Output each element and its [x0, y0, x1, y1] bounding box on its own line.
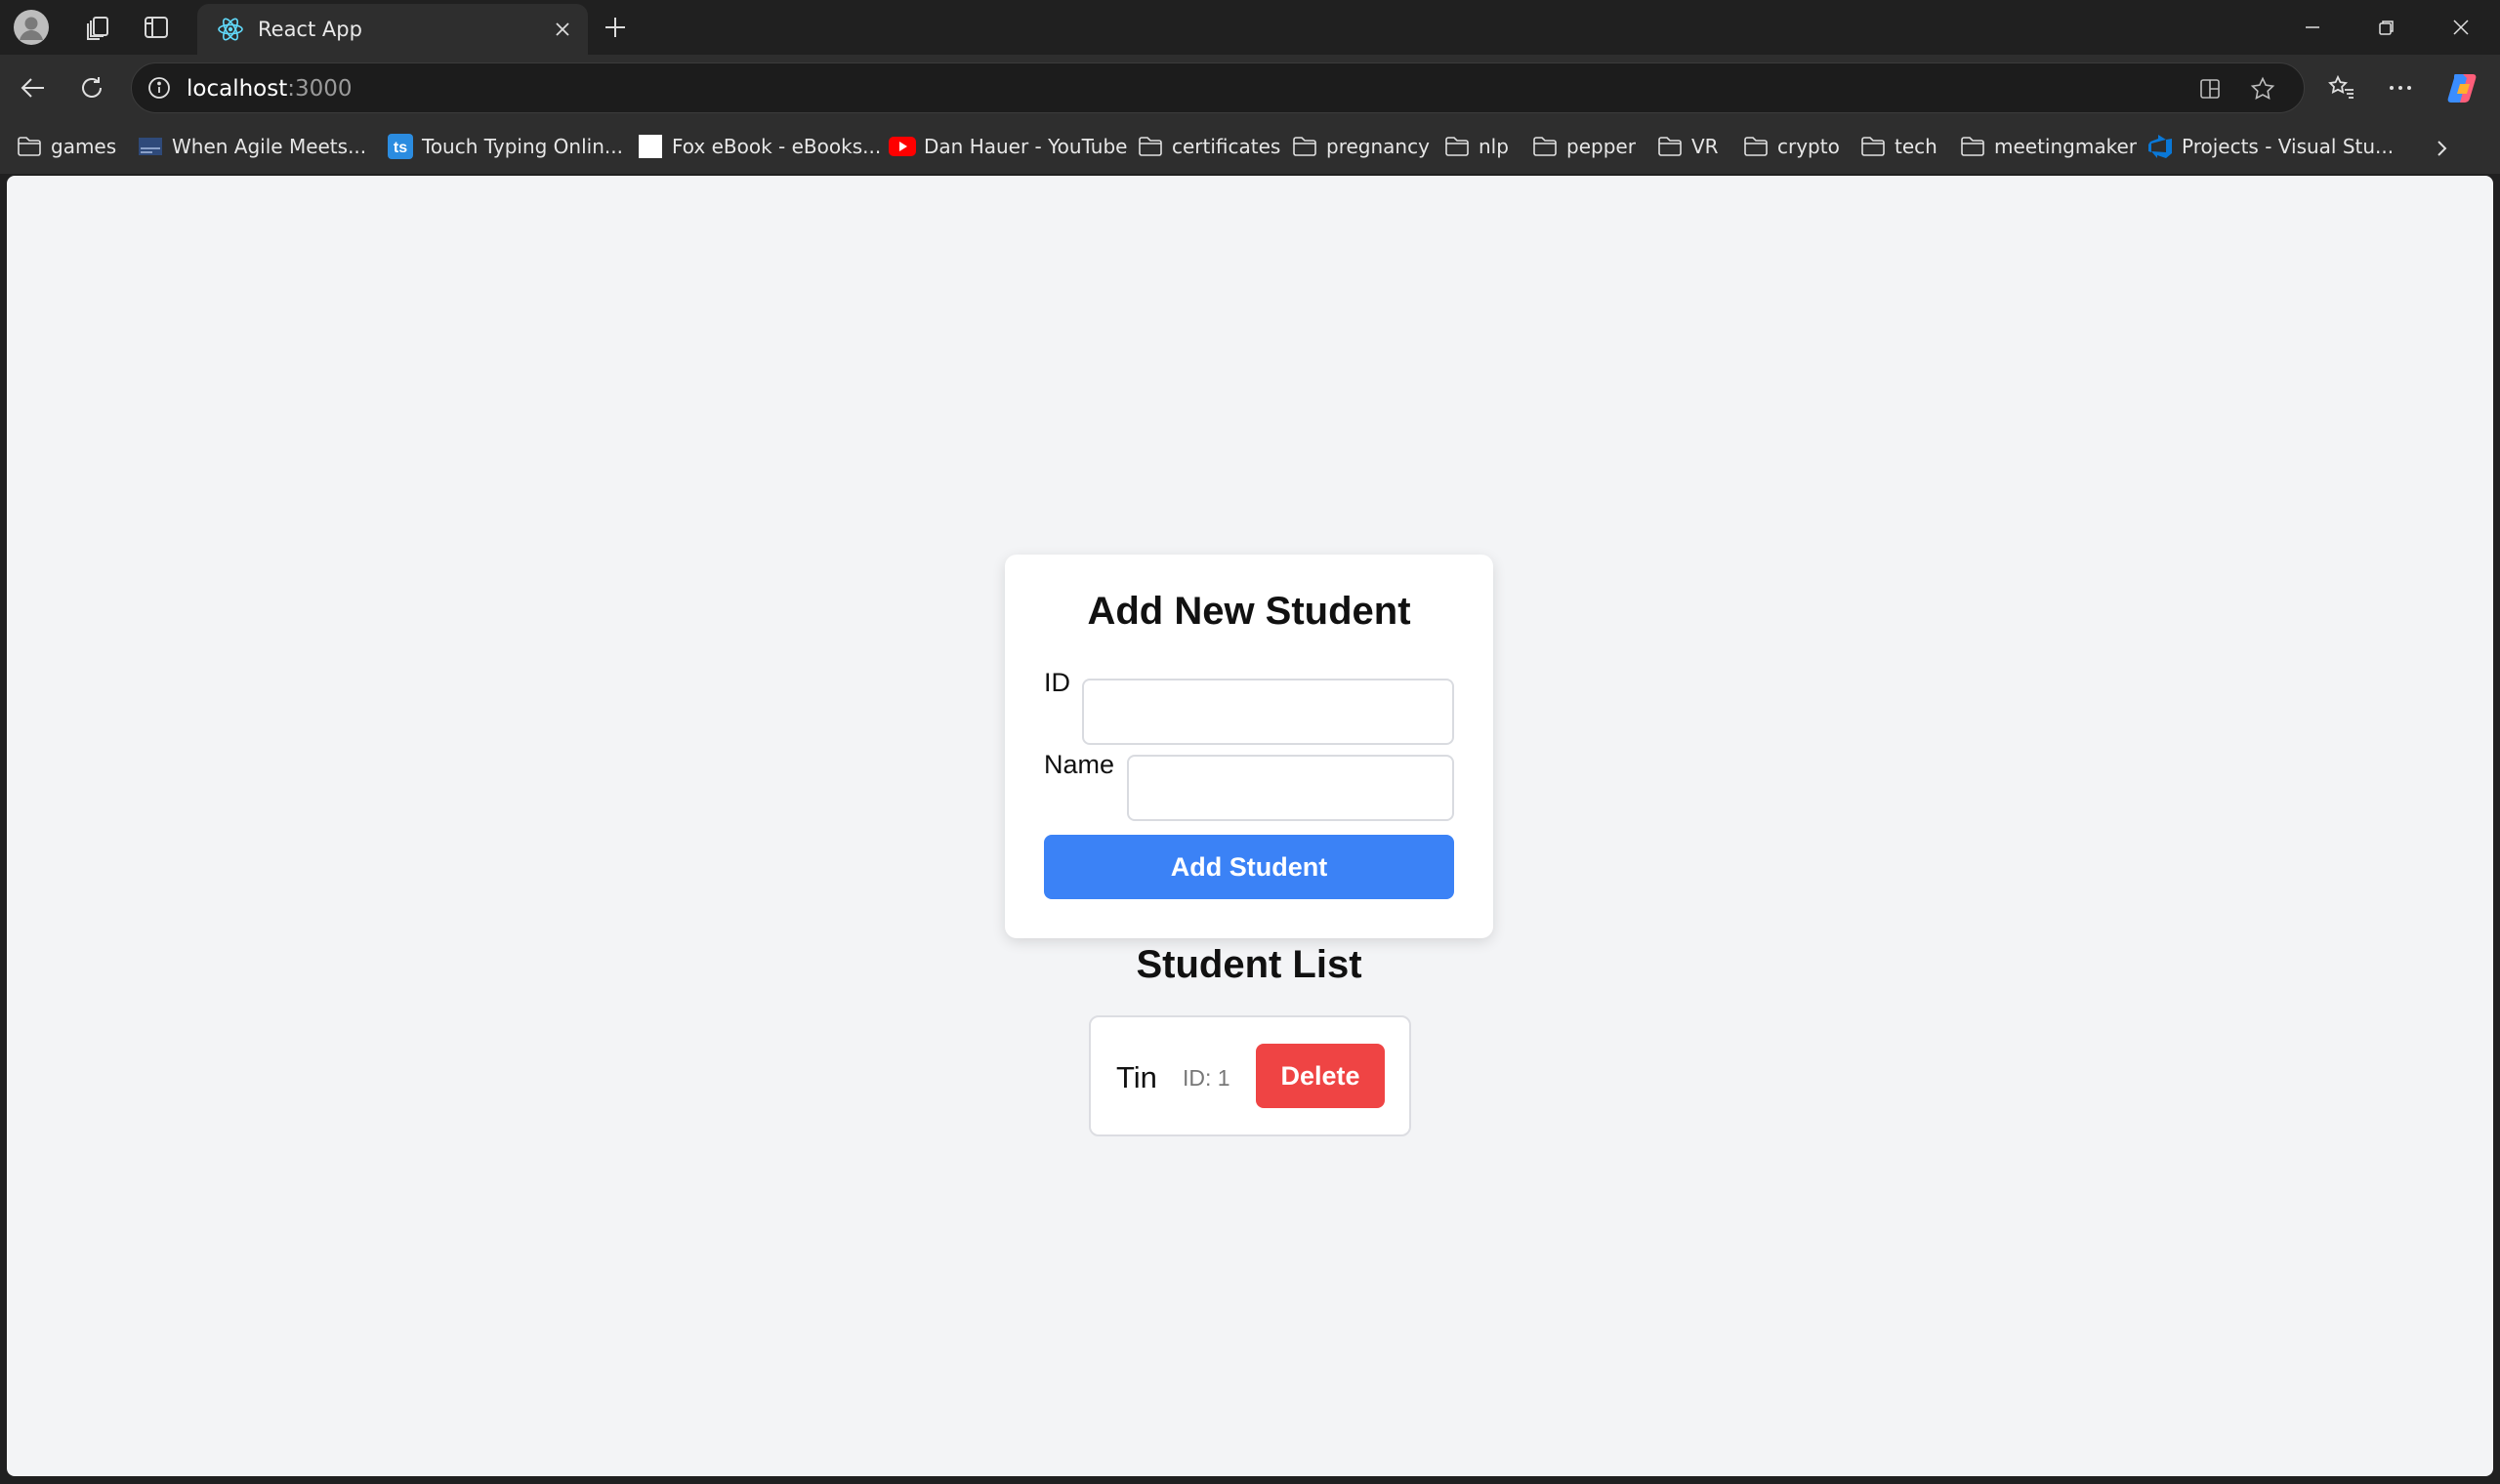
bookmark-meetingmaker[interactable]: meetingmaker	[1959, 131, 2137, 162]
youtube-icon	[889, 133, 916, 160]
react-logo-icon	[217, 16, 244, 43]
browser-toolbar: localhost:3000	[0, 55, 2500, 121]
url-text[interactable]: localhost:3000	[187, 76, 353, 102]
favorites-icon[interactable]	[2320, 66, 2363, 109]
id-label: ID	[1044, 668, 1070, 697]
vertical-tabs-icon[interactable]	[137, 8, 176, 47]
bookmark-label: certificates	[1172, 135, 1281, 158]
bookmark-touch-typing[interactable]: ts Touch Typing Onlin...	[387, 131, 623, 162]
bookmark-fox-ebook[interactable]: Fox eBook - eBooks...	[637, 131, 881, 162]
svg-text:ts: ts	[394, 140, 407, 156]
bookmark-label: meetingmaker	[1994, 135, 2137, 158]
favorite-star-icon[interactable]	[2247, 73, 2278, 104]
back-arrow-icon[interactable]	[12, 66, 55, 109]
new-tab-icon[interactable]	[598, 10, 633, 45]
bookmark-youtube[interactable]: Dan Hauer - YouTube	[889, 131, 1127, 162]
blank-page-icon	[637, 133, 664, 160]
student-id: ID: 1	[1183, 1065, 1230, 1091]
bookmark-label: Fox eBook - eBooks...	[672, 135, 882, 158]
bookmark-pregnancy[interactable]: pregnancy	[1291, 131, 1430, 162]
bookmark-label: pregnancy	[1326, 135, 1430, 158]
bookmark-label: nlp	[1479, 135, 1509, 158]
close-tab-icon[interactable]	[549, 16, 576, 43]
bookmark-nlp[interactable]: nlp	[1443, 131, 1509, 162]
url-host: localhost	[187, 76, 288, 102]
address-bar[interactable]: localhost:3000	[131, 62, 2305, 113]
folder-icon	[1656, 133, 1684, 160]
folder-icon	[1443, 133, 1471, 160]
minimize-icon[interactable]	[2285, 8, 2340, 47]
bookmark-vr[interactable]: VR	[1656, 131, 1719, 162]
copilot-icon[interactable]	[2441, 66, 2484, 109]
split-screen-icon[interactable]	[2194, 73, 2226, 104]
page-thumbnail-icon	[137, 133, 164, 160]
bookmark-when-agile-meets[interactable]: When Agile Meets...	[137, 131, 366, 162]
azure-devops-icon	[2146, 133, 2174, 160]
bookmark-label: Dan Hauer - YouTube	[924, 135, 1128, 158]
folder-icon	[1742, 133, 1770, 160]
bookmark-pepper[interactable]: pepper	[1531, 131, 1636, 162]
list-item: Tin ID: 1 Delete	[1089, 1015, 1411, 1136]
site-info-icon[interactable]	[146, 74, 173, 102]
tab-react-app[interactable]: React App	[197, 4, 588, 55]
bookmark-label: VR	[1691, 135, 1719, 158]
name-input[interactable]	[1127, 755, 1454, 821]
tab-title: React App	[258, 18, 362, 41]
bookmark-label: crypto	[1777, 135, 1840, 158]
more-options-icon[interactable]	[2379, 66, 2422, 109]
folder-icon	[1531, 133, 1559, 160]
browser-title-bar: React App	[0, 0, 2500, 55]
chevron-right-icon[interactable]	[2426, 133, 2457, 164]
ts-logo-icon: ts	[387, 133, 414, 160]
bookmark-crypto[interactable]: crypto	[1742, 131, 1840, 162]
bookmark-label: Touch Typing Onlin...	[422, 135, 623, 158]
bookmark-games[interactable]: games	[16, 131, 116, 162]
folder-icon	[1291, 133, 1318, 160]
page-viewport: Add New Student ID Name Add Student Stud…	[7, 176, 2493, 1476]
folder-icon	[1859, 133, 1887, 160]
bookmark-certificates[interactable]: certificates	[1137, 131, 1280, 162]
form-title: Add New Student	[1087, 590, 1411, 633]
add-student-button[interactable]: Add Student	[1044, 835, 1454, 899]
folder-icon	[16, 133, 43, 160]
bookmark-label: games	[51, 135, 117, 158]
student-list-title: Student List	[1136, 943, 1362, 986]
bookmark-label: Projects - Visual Stu...	[2182, 135, 2395, 158]
bookmarks-bar: games When Agile Meets... ts Touch Typin…	[0, 121, 2500, 174]
bookmark-label: tech	[1895, 135, 1938, 158]
add-student-form: Add New Student ID Name Add Student	[1005, 555, 1493, 938]
student-name: Tin	[1116, 1060, 1157, 1094]
id-input[interactable]	[1082, 679, 1454, 745]
url-port: :3000	[287, 76, 353, 102]
workspaces-icon[interactable]	[78, 8, 117, 47]
bookmark-tech[interactable]: tech	[1859, 131, 1938, 162]
restore-icon[interactable]	[2359, 8, 2414, 47]
bookmark-projects-visual-studio[interactable]: Projects - Visual Stu...	[2146, 131, 2394, 162]
profile-avatar-icon[interactable]	[12, 8, 51, 47]
close-window-icon[interactable]	[2434, 8, 2488, 47]
bookmark-label: When Agile Meets...	[172, 135, 367, 158]
folder-icon	[1959, 133, 1986, 160]
delete-button[interactable]: Delete	[1256, 1044, 1385, 1108]
name-label: Name	[1044, 750, 1115, 779]
reload-icon[interactable]	[70, 66, 113, 109]
folder-icon	[1137, 133, 1164, 160]
bookmark-label: pepper	[1566, 135, 1636, 158]
